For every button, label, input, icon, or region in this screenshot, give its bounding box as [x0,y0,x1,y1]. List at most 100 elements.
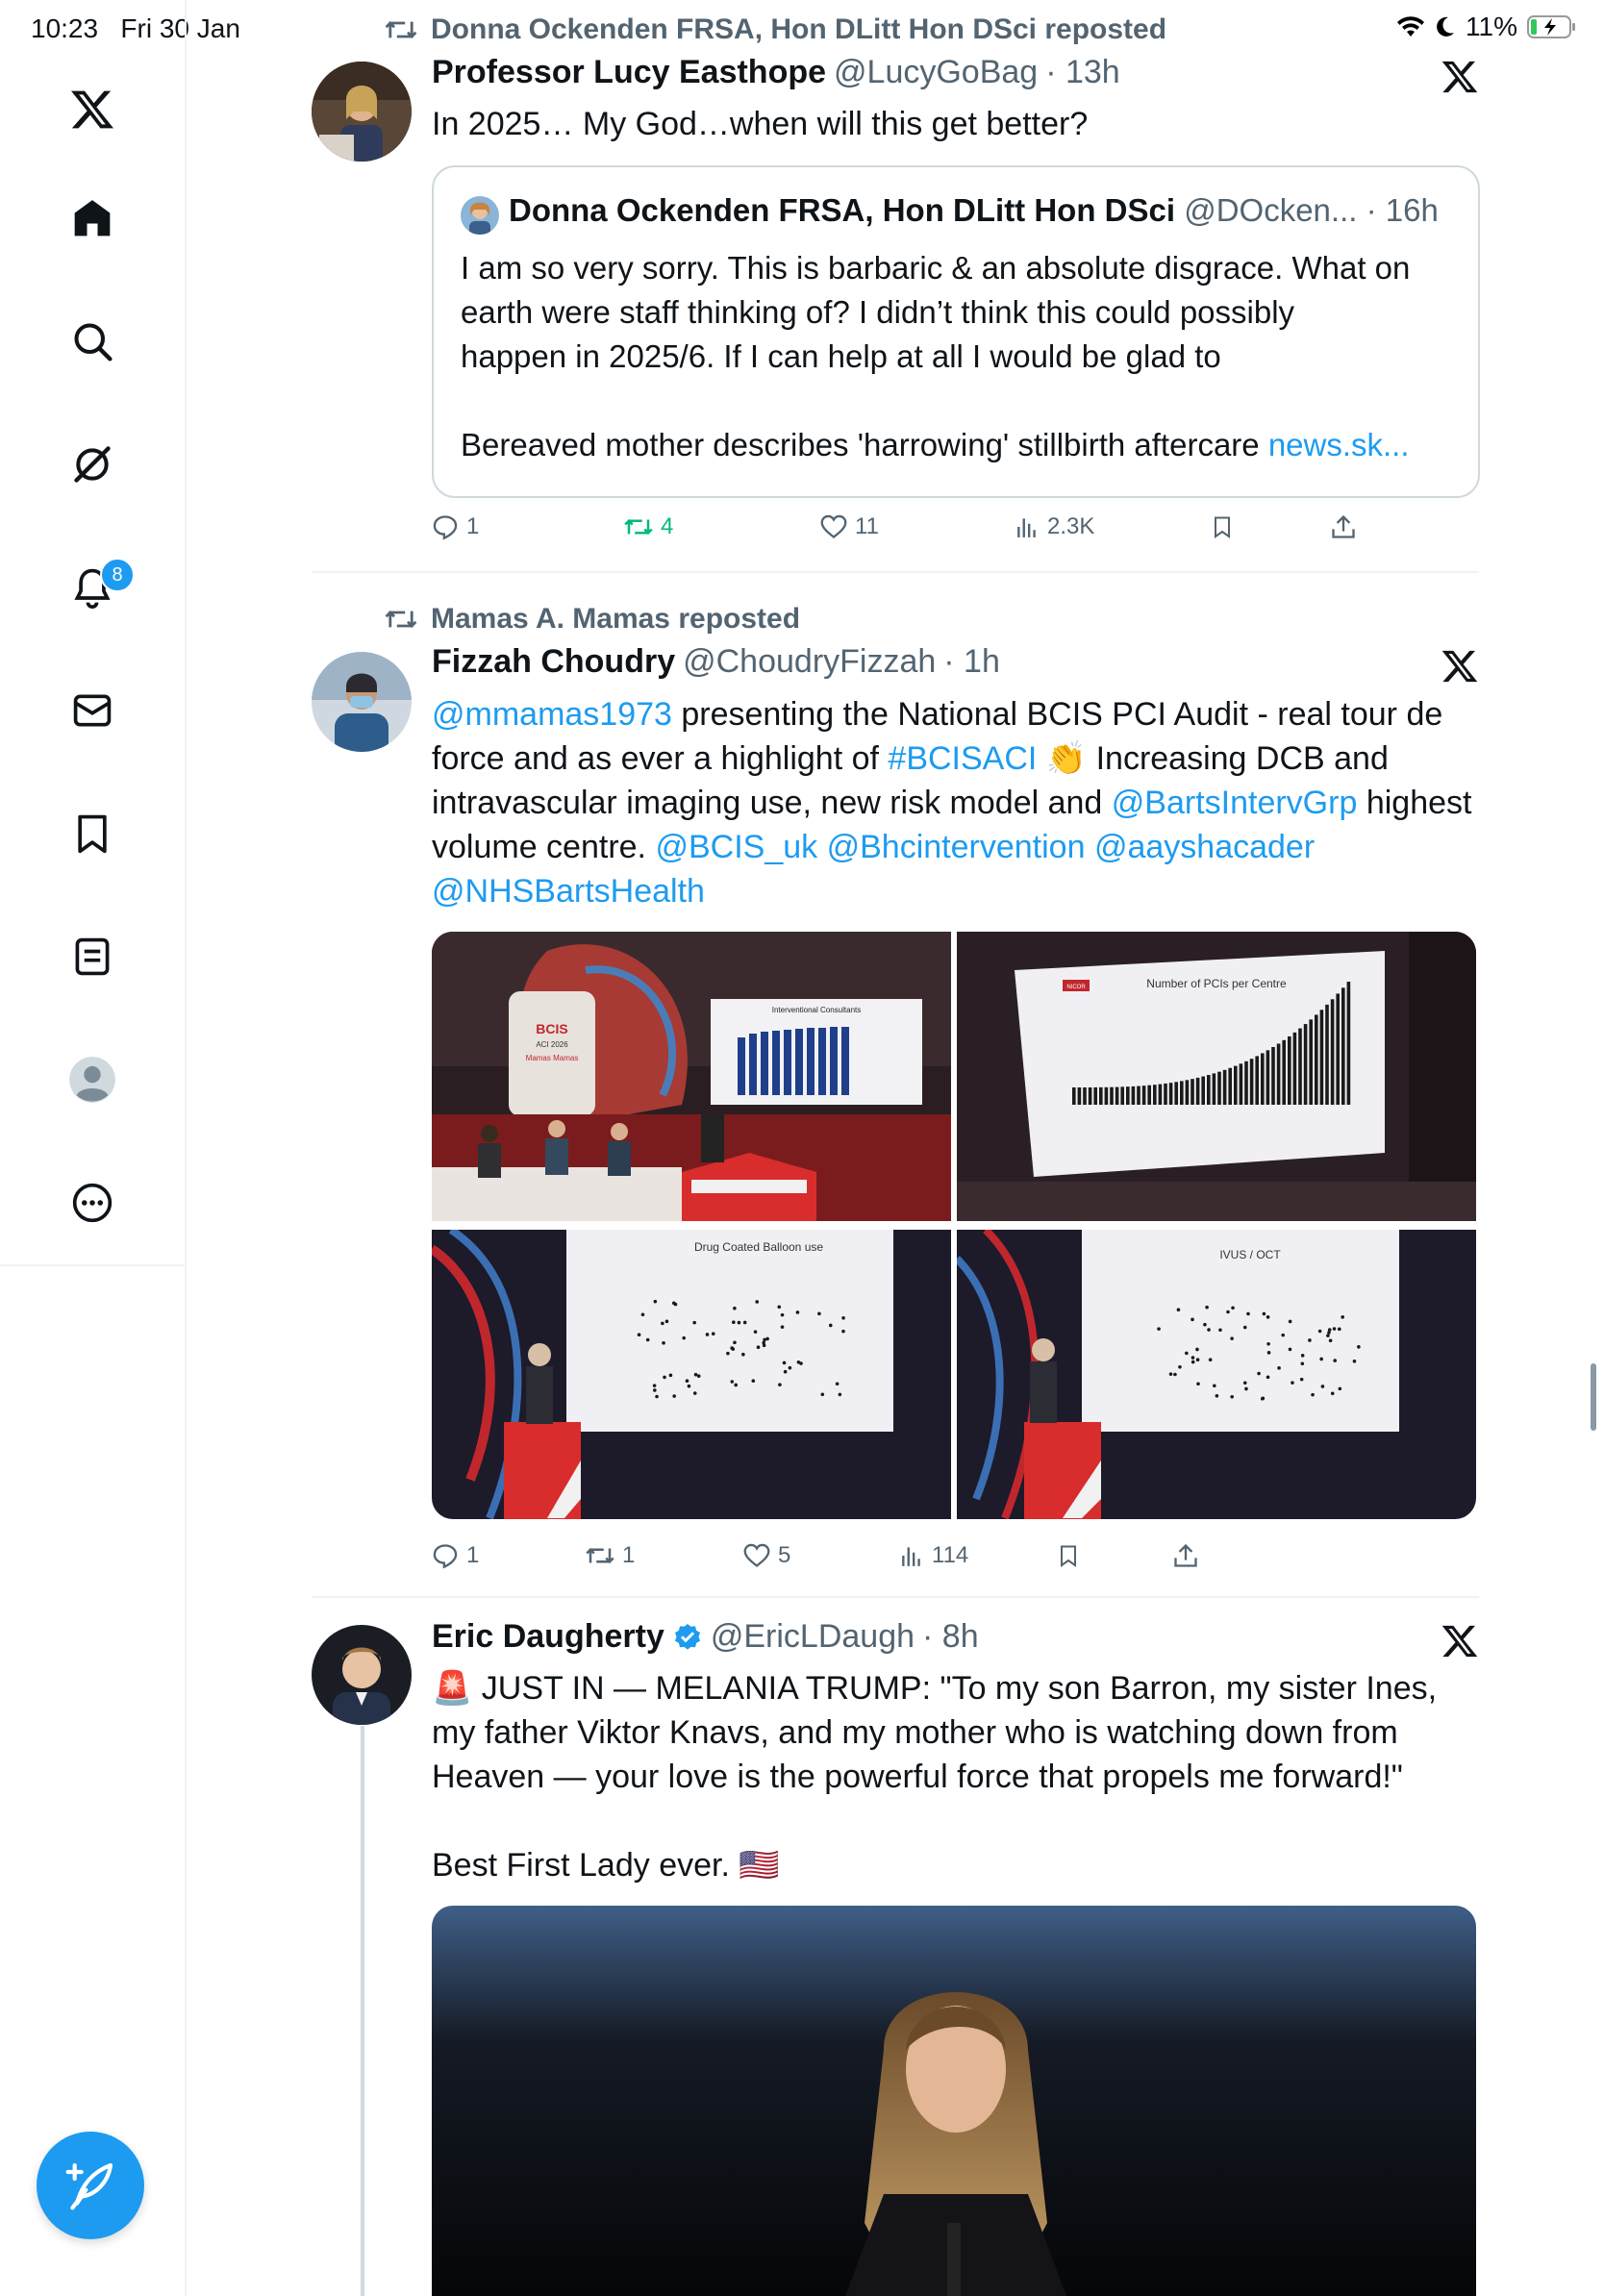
reply-button[interactable]: 1 [432,1542,479,1569]
avatar[interactable] [312,652,412,752]
tweet-image-1[interactable]: BCIS ACI 2026 Mamas Mamas Interventional… [432,932,951,1221]
scroll-indicator[interactable] [1591,1363,1596,1431]
slide-bar [1271,1046,1275,1105]
tweet-time: · 1h [943,643,1000,680]
slide-dot [763,1337,766,1342]
slide-dot [661,1321,664,1326]
tweet-time: · 13h [1045,54,1120,90]
grok-icon[interactable] [62,434,123,495]
repost-icon [385,611,417,628]
mention-link[interactable]: @mmamas1973 [432,696,672,733]
slide-dot [1213,1384,1216,1388]
avatar[interactable] [312,62,412,162]
slide-dot [838,1392,842,1397]
slide-bar [1201,1076,1205,1105]
like-button[interactable]: 5 [743,1542,790,1569]
x-logo-icon[interactable] [1441,58,1479,96]
mention-link[interactable]: @BCIS_uk [655,829,817,865]
reply-icon [433,1544,458,1569]
author-name[interactable]: Eric Daugherty [432,1618,664,1656]
slide-dot [1207,1328,1211,1332]
reply-button[interactable]: 1 [432,513,479,540]
avatar[interactable] [312,1625,412,1725]
slide-bar [1126,1086,1130,1105]
notifications-badge: 8 [100,558,135,592]
author-handle[interactable]: @ChoudryFizzah [683,643,936,681]
author-handle[interactable]: @EricLDaugh [711,1618,915,1656]
slide-dot [692,1320,696,1325]
slide-bar [1077,1086,1082,1105]
slide-bar [1325,1004,1329,1105]
slide-dot [1190,1356,1195,1360]
tweet-image-2[interactable]: NICOR Number of PCIs per Centre [957,932,1476,1221]
more-icon[interactable] [62,1172,123,1234]
slide-dot [778,1383,782,1386]
slide-dot [672,1394,676,1398]
slide-bar [1319,1010,1324,1105]
bookmarks-icon[interactable] [62,803,123,864]
slide-bar [1336,993,1340,1105]
hashtag-link[interactable]: #BCISACI [888,740,1037,777]
slide-dot [1330,1391,1335,1396]
share-button[interactable] [1330,513,1357,540]
home-icon[interactable] [62,187,123,249]
slide-dot [780,1312,785,1317]
slide-dot [835,1382,840,1386]
slide-bar [1158,1084,1163,1105]
slide-bar [1315,1014,1318,1105]
slide-dot [1266,1351,1271,1355]
tweet-image-4[interactable]: IVUS / OCT [957,1230,1476,1519]
views-button[interactable]: 2.3K [1015,513,1094,540]
slide-dot [685,1379,689,1384]
repost-button[interactable]: 4 [624,513,673,540]
slide-dot [655,1394,659,1399]
share-icon [1332,514,1355,538]
tweet-actions: 1 1 5 114 [432,1542,1480,1581]
quoted-tweet[interactable]: Donna Ockenden FRSA, Hon DLitt Hon DSci … [432,165,1480,498]
slide-dot [1281,1333,1286,1337]
slide-dot [1320,1385,1325,1388]
author-name[interactable]: Professor Lucy Easthope [432,54,826,91]
slide-dot [1246,1311,1250,1316]
like-button[interactable]: 11 [820,513,879,540]
slide-dot [1300,1354,1305,1358]
author-handle[interactable]: @LucyGoBag [834,54,1038,91]
tweet-image-3[interactable]: Drug Coated Balloon use [432,1230,951,1519]
messages-icon[interactable] [62,680,123,741]
slide-dot [756,1345,761,1350]
x-logo-icon[interactable] [1441,1622,1479,1660]
x-logo-icon[interactable] [62,79,123,140]
lists-icon[interactable] [62,926,123,987]
slide-dot [696,1374,701,1378]
slide-bar [1131,1086,1136,1105]
mention-link[interactable]: @Bhcintervention [827,829,1086,865]
slide-dot [1205,1305,1209,1310]
tweet-image[interactable] [432,1906,1476,2296]
views-button[interactable]: 114 [899,1542,968,1569]
slide-dot [755,1300,760,1304]
slide-dot [1196,1382,1200,1386]
bookmark-button[interactable] [1057,1542,1080,1569]
slide-bar [1282,1039,1286,1105]
quote-link[interactable]: news.sk... [1268,427,1410,462]
share-button[interactable] [1172,1542,1199,1569]
slide-dot [1352,1360,1357,1363]
repost-button[interactable]: 1 [586,1542,635,1569]
bookmark-button[interactable] [1211,513,1234,540]
search-icon[interactable] [62,311,123,372]
slide-bar [1153,1085,1157,1105]
slide-bar [1292,1032,1297,1105]
slide-dot [828,1323,833,1328]
slide-dot [663,1375,666,1380]
mention-link[interactable]: @NHSBartsHealth [432,873,705,910]
profile-icon[interactable] [62,1049,123,1111]
author-name[interactable]: Fizzah Choudry [432,643,675,681]
sidebar-border [185,1264,187,2296]
x-logo-icon[interactable] [1441,647,1479,686]
mention-link[interactable]: @BartsIntervGrp [1112,785,1358,821]
slide-bar [1249,1059,1254,1105]
mention-link[interactable]: @aayshacader [1094,829,1315,865]
slide-dot [1288,1319,1292,1324]
compose-post-button[interactable] [37,2132,144,2239]
slide-dot [1299,1377,1304,1382]
